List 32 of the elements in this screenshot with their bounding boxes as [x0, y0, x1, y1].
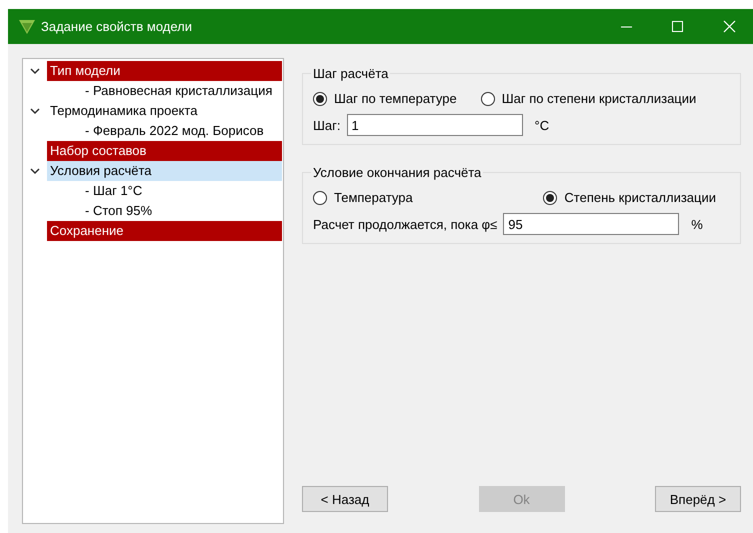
tree-item[interactable]: - Стоп 95% — [85, 203, 152, 218]
tree-item[interactable]: Тип модели — [47, 61, 282, 81]
tree-item[interactable]: - Равновесная кристаллизация — [85, 83, 272, 98]
tree-item[interactable]: - Февраль 2022 мод. Борисов — [85, 123, 264, 138]
tree-item[interactable]: Термодинамика проекта — [47, 101, 282, 121]
unit-label: % — [691, 216, 703, 232]
dialog-button[interactable]: Вперёд > — [655, 486, 741, 512]
funnel-icon — [19, 20, 35, 34]
group-title: Условие окончания расчёта — [312, 165, 482, 180]
input-field[interactable]: 95 — [503, 213, 680, 235]
radio-option[interactable]: Шаг по степени кристаллизации — [480, 91, 696, 106]
input-field[interactable]: 1 — [346, 114, 522, 136]
chevron-down-icon[interactable] — [30, 68, 40, 74]
chevron-down-icon[interactable] — [30, 168, 40, 174]
radio-option[interactable]: Шаг по температуре — [313, 91, 457, 106]
radio-button[interactable] — [480, 92, 495, 106]
radio-option[interactable]: Степень кристаллизации — [543, 190, 716, 205]
chevron-down-icon[interactable] — [30, 108, 40, 114]
group-title: Шаг расчёта — [312, 66, 390, 81]
field-label: Расчет продолжается, пока φ≤ — [313, 216, 498, 232]
unit-label: °C — [534, 118, 550, 132]
tree-item[interactable]: Сохранение — [47, 221, 282, 241]
radio-button[interactable] — [313, 92, 327, 106]
radio-button[interactable] — [313, 190, 327, 204]
tree-item[interactable]: Набор составов — [47, 141, 282, 161]
tree-item[interactable]: - Шаг 1°C — [85, 183, 142, 198]
radio-option[interactable]: Температура — [313, 190, 413, 205]
field-label: Шаг: — [313, 118, 340, 132]
tree-item[interactable]: Условия расчёта — [47, 161, 282, 181]
window-title: Задание свойств модели — [41, 19, 192, 34]
radio-button[interactable] — [543, 190, 558, 204]
dialog-button[interactable]: < Назад — [302, 486, 388, 512]
